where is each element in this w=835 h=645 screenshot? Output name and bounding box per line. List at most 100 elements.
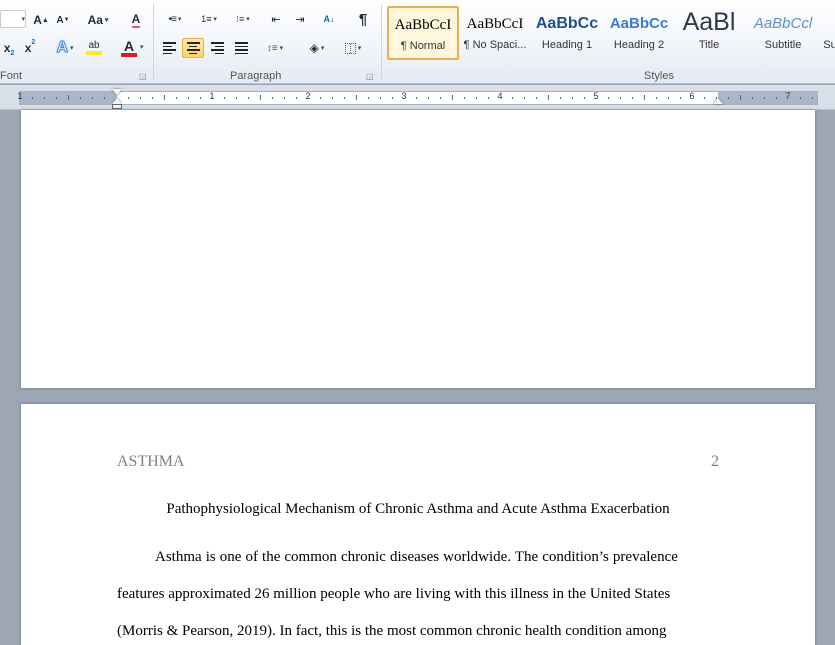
ruler-tick	[296, 97, 297, 99]
ruler-tick	[512, 97, 513, 99]
grow-font-button[interactable]: A ▲	[31, 10, 51, 30]
ruler-right-margin	[718, 92, 817, 104]
shading-button[interactable]: ◈ ▾	[302, 38, 332, 58]
ruler-tick	[536, 97, 537, 99]
running-head: ASTHMA	[117, 453, 185, 470]
decrease-indent-icon: ⇤	[271, 13, 281, 26]
chevron-down-icon: ▾	[21, 16, 25, 23]
ruler-tick	[392, 97, 393, 99]
style-subtitle[interactable]: AaBbCcl Subtitle	[746, 6, 820, 60]
paragraph-group-label: Paragraph	[230, 70, 282, 82]
ruler-tick	[632, 97, 633, 99]
font-color-chevron-icon[interactable]: ▾	[140, 43, 144, 51]
ruler-tick	[584, 97, 585, 99]
numbered-list-icon: 1≡	[201, 14, 212, 24]
ruler-tick	[440, 97, 441, 99]
justify-button[interactable]	[230, 38, 252, 58]
increase-indent-button[interactable]: ⇥	[290, 10, 310, 28]
page-2[interactable]: ASTHMA 2 Pathophysiological Mechanism of…	[21, 404, 815, 645]
ruler-tick	[428, 97, 429, 99]
ruler-tick	[752, 97, 753, 99]
ruler-half-tick	[164, 95, 165, 100]
ruler-tick	[344, 97, 345, 99]
horizontal-ruler[interactable]: 1 1 2 3 4 5 6 7	[0, 85, 835, 110]
change-case-button[interactable]: Aa ▾	[84, 10, 112, 30]
increase-indent-icon: ⇥	[295, 13, 305, 26]
font-size-dropdown[interactable]: ▾	[0, 10, 26, 28]
left-indent-marker[interactable]	[112, 104, 122, 109]
decrease-indent-button[interactable]: ⇤	[266, 10, 286, 28]
borders-icon	[344, 42, 356, 54]
style-heading-2[interactable]: AaBbCc Heading 2	[604, 6, 674, 60]
ruler-half-tick	[452, 95, 453, 100]
ruler-tick	[380, 97, 381, 99]
clear-formatting-button[interactable]: A	[126, 10, 146, 30]
align-center-button[interactable]	[182, 38, 204, 58]
ruler-tick	[44, 97, 45, 99]
paint-bucket-icon: ◈	[309, 41, 319, 55]
ruler-tick	[224, 97, 225, 99]
ruler-tick	[188, 97, 189, 99]
ruler-tick	[776, 97, 777, 99]
first-line-indent-marker[interactable]	[112, 89, 122, 95]
body-line: features approximated 26 million people …	[117, 586, 671, 602]
multilevel-list-button[interactable]: ⁝≡ ▾	[228, 10, 258, 28]
align-right-button[interactable]	[206, 38, 228, 58]
sort-icon: A↓	[323, 14, 335, 24]
style-no-spacing[interactable]: AaBbCcI ¶ No Spaci...	[460, 6, 530, 60]
paragraph-dialog-launcher-icon[interactable]: ◲	[366, 72, 374, 81]
text-effects-button[interactable]: A ▾	[52, 38, 78, 58]
ruler-tick	[680, 97, 681, 99]
highlighter-icon: ab	[88, 40, 100, 51]
ruler-half-tick	[740, 95, 741, 100]
align-left-button[interactable]	[158, 38, 180, 58]
text-highlight-button[interactable]: ab	[80, 38, 108, 58]
line-spacing-button[interactable]: ↕≡ ▾	[260, 38, 290, 58]
ruler-number: 5	[593, 91, 599, 101]
show-hide-marks-button[interactable]: ¶	[352, 10, 374, 28]
paragraph-group: •≡ ▾ 1≡ ▾ ⁝≡ ▾ ⇤ ⇥ A↓ ¶ ↕≡ ▾ ◈ ▾ ▾ Parag…	[154, 0, 380, 84]
shrink-font-button[interactable]: A ▼	[53, 10, 73, 30]
ruler-tick	[80, 97, 81, 99]
pilcrow-icon: ¶	[358, 10, 368, 28]
ruler-tick	[128, 97, 129, 99]
sort-button[interactable]: A↓	[318, 10, 340, 28]
font-color-swatch	[121, 52, 137, 57]
ruler-tick	[104, 97, 105, 99]
font-dialog-launcher-icon[interactable]: ◲	[139, 72, 147, 81]
ruler-number: 4	[497, 91, 503, 101]
superscript-button[interactable]: x2	[21, 38, 39, 58]
subscript-button[interactable]: x2	[0, 38, 18, 58]
font-group: ▾ A ▲ A ▼ Aa ▾ A x2 x2 A ▾ ab A ▾ Font ◲	[0, 0, 153, 84]
ruler-tick	[416, 97, 417, 99]
ruler-tick	[176, 97, 177, 99]
ruler-tick	[236, 97, 237, 99]
align-left-icon	[162, 42, 176, 54]
body-line: Asthma is one of the common chronic dise…	[155, 549, 678, 565]
ruler-tick	[572, 97, 573, 99]
ruler-tick	[152, 97, 153, 99]
ruler-half-tick	[260, 95, 261, 100]
style-subtle-emphasis[interactable]: Su	[820, 6, 835, 60]
style-normal[interactable]: AaBbCcI ¶ Normal	[387, 6, 459, 60]
bullets-button[interactable]: •≡ ▾	[160, 10, 190, 28]
ruler-tick	[248, 97, 249, 99]
ribbon: ▾ A ▲ A ▼ Aa ▾ A x2 x2 A ▾ ab A ▾ Font ◲…	[0, 0, 835, 84]
ruler-tick	[656, 97, 657, 99]
borders-button[interactable]: ▾	[338, 38, 368, 58]
body-line: (Morris & Pearson, 2019). In fact, this …	[117, 623, 667, 639]
ruler-half-tick	[356, 95, 357, 100]
right-indent-marker[interactable]	[713, 98, 723, 104]
font-group-label: Font	[0, 70, 23, 82]
page-number: 2	[711, 453, 719, 470]
numbering-button[interactable]: 1≡ ▾	[194, 10, 224, 28]
page-1-bottom[interactable]	[21, 110, 815, 388]
ruler-tick	[368, 97, 369, 99]
style-heading-1[interactable]: AaBbCc Heading 1	[532, 6, 602, 60]
ruler-tick	[608, 97, 609, 99]
document-title: Pathophysiological Mechanism of Chronic …	[166, 501, 670, 517]
style-title[interactable]: AaBl Title	[676, 6, 742, 60]
justify-icon	[234, 42, 248, 54]
ruler-tick	[56, 97, 57, 99]
styles-group-label: Styles	[644, 70, 674, 82]
